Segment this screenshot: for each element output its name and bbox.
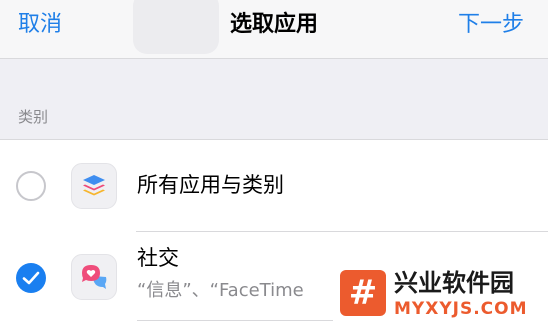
watermark-logo-icon: # <box>340 270 386 316</box>
section-header <box>0 59 548 140</box>
row-subtitle: “信息”、“FaceTime <box>137 280 304 301</box>
nav-bar: 取消 选取应用 下一步 <box>0 0 548 59</box>
row-divider <box>137 320 333 321</box>
row-label: 社交 <box>137 246 179 270</box>
row-label: 所有应用与类别 <box>137 173 284 197</box>
section-label: 类别 <box>18 108 49 126</box>
chat-heart-icon <box>71 254 117 300</box>
stacked-layers-icon <box>71 163 117 209</box>
watermark: # 兴业软件园 MYXYJS.COM <box>340 268 548 332</box>
list-item-all-apps[interactable]: 所有应用与类别 <box>0 140 548 232</box>
watermark-domain: MYXYJS.COM <box>394 299 528 319</box>
next-button[interactable]: 下一步 <box>458 10 524 40</box>
watermark-title: 兴业软件园 <box>394 269 514 297</box>
checked-radio-icon[interactable] <box>16 263 46 293</box>
unchecked-radio-icon[interactable] <box>16 171 46 201</box>
